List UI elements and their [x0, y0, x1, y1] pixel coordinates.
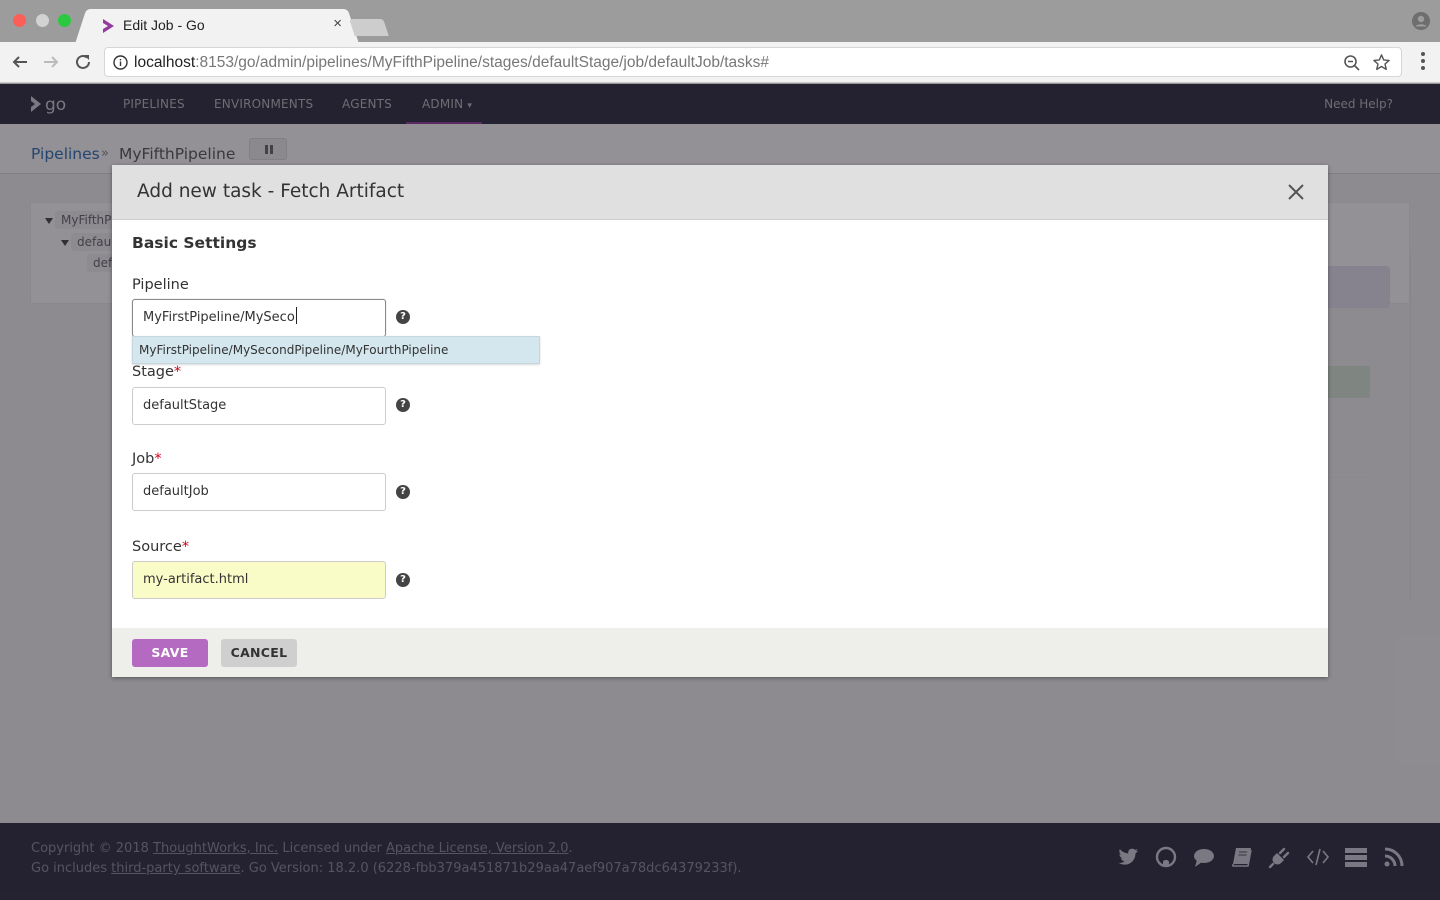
browser-tabstrip: Edit Job - Go ×: [0, 0, 1440, 42]
reload-icon[interactable]: [73, 52, 93, 72]
stage-label-text: Stage: [132, 364, 174, 380]
window-minimize-button[interactable]: [36, 14, 49, 27]
modal-footer: SAVE CANCEL: [112, 628, 1328, 677]
tab-title: Edit Job - Go: [123, 17, 205, 33]
zoom-out-icon[interactable]: [1343, 54, 1361, 72]
forward-icon[interactable]: [41, 52, 61, 72]
required-marker: *: [181, 539, 190, 555]
go-favicon-icon: [103, 19, 114, 33]
stage-input[interactable]: defaultStage: [132, 387, 386, 425]
job-label-text: Job: [132, 451, 155, 467]
job-label: Job*: [132, 451, 162, 467]
modal-header: Add new task - Fetch Artifact: [112, 165, 1328, 220]
url-path: :8153/go/admin/pipelines/MyFifthPipeline…: [195, 54, 770, 71]
modal-title: Add new task - Fetch Artifact: [137, 181, 405, 202]
add-task-modal: Add new task - Fetch Artifact Basic Sett…: [112, 165, 1328, 677]
profile-icon[interactable]: [1412, 12, 1430, 30]
job-help-icon[interactable]: ?: [396, 485, 410, 499]
back-icon[interactable]: [10, 52, 30, 72]
stage-help-icon[interactable]: ?: [396, 398, 410, 412]
new-tab-button[interactable]: [349, 19, 389, 36]
tab-close-icon[interactable]: ×: [333, 15, 342, 32]
source-input[interactable]: my-artifact.html: [132, 561, 386, 599]
job-input[interactable]: defaultJob: [132, 473, 386, 511]
pipeline-input-value: MyFirstPipeline/MySeco: [143, 310, 295, 325]
stage-label: Stage*: [132, 364, 181, 380]
autocomplete-suggestion[interactable]: MyFirstPipeline/MySecondPipeline/MyFourt…: [139, 343, 448, 357]
browser-menu-icon[interactable]: [1420, 52, 1426, 72]
cancel-button[interactable]: CANCEL: [221, 639, 297, 667]
window-maximize-button[interactable]: [58, 14, 71, 27]
text-caret: [295, 307, 297, 324]
required-marker: *: [173, 364, 182, 380]
section-title-basic-settings: Basic Settings: [132, 234, 257, 252]
close-icon[interactable]: [1286, 182, 1306, 202]
bookmark-star-icon[interactable]: [1372, 53, 1391, 72]
save-button[interactable]: SAVE: [132, 639, 208, 667]
address-bar[interactable]: localhost:8153/go/admin/pipelines/MyFift…: [104, 47, 1402, 77]
source-label: Source*: [132, 539, 189, 555]
pipeline-input[interactable]: MyFirstPipeline/MySeco: [132, 299, 386, 337]
browser-toolbar: localhost:8153/go/admin/pipelines/MyFift…: [0, 42, 1440, 83]
window-close-button[interactable]: [13, 14, 26, 27]
source-label-text: Source: [132, 539, 182, 555]
info-icon[interactable]: [113, 55, 128, 70]
pipeline-help-icon[interactable]: ?: [396, 310, 410, 324]
pipeline-label: Pipeline: [132, 277, 189, 293]
pipeline-autocomplete-dropdown: MyFirstPipeline/MySecondPipeline/MyFourt…: [132, 336, 540, 364]
browser-tab-active[interactable]: Edit Job - Go ×: [88, 9, 346, 42]
url-host: localhost: [134, 54, 196, 71]
url-text: localhost:8153/go/admin/pipelines/MyFift…: [134, 54, 769, 72]
required-marker: *: [154, 451, 162, 467]
pipeline-label-text: Pipeline: [132, 277, 189, 293]
source-help-icon[interactable]: ?: [396, 573, 410, 587]
